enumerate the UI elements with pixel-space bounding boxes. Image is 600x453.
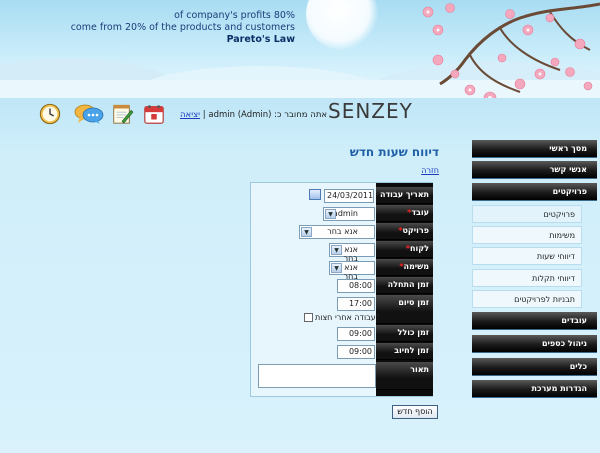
sidebar-item-workers[interactable]: עובדים (472, 312, 597, 330)
form-row-total-time: זמן כולל 09:00 (251, 325, 433, 342)
description-label: תאור (376, 362, 433, 390)
sidebar-subitem-project-templates[interactable]: תבניות לפרויקטים (472, 290, 582, 308)
form-row-worker: *עובד ▼ admin (251, 205, 433, 222)
page-title: דיווח שעות חדש (349, 145, 439, 159)
end-time-input[interactable]: 17:00 (337, 297, 375, 311)
end-time-label: זמן סיום (376, 295, 433, 324)
customer-label: *לקוח (376, 241, 433, 258)
add-new-button[interactable]: הוסף חדש (392, 405, 438, 419)
billing-time-label: זמן לחיוב (376, 343, 433, 360)
billing-time-input[interactable]: 09:00 (337, 345, 375, 359)
form-row-description: תאור (251, 362, 433, 390)
date-input[interactable]: 24/03/2011 (324, 189, 374, 203)
worker-select[interactable]: ▼ admin (323, 207, 375, 221)
sidebar-item-finance[interactable]: ניהול כספים (472, 335, 597, 353)
date-label: תאריך עבודה (376, 187, 433, 204)
start-time-input[interactable]: 08:00 (337, 279, 375, 293)
description-textarea[interactable] (258, 364, 376, 388)
form-row-billing-time: זמן לחיוב 09:00 (251, 343, 433, 360)
sidebar-item-system-settings[interactable]: הגדרות מערכת (472, 380, 597, 398)
quote-line-1: of company's profits 80% (174, 10, 295, 21)
customer-select[interactable]: ▼ אנא בחר (329, 243, 375, 263)
sidebar-item-contacts[interactable]: אנשי קשר (472, 161, 597, 179)
after-midnight-checkbox[interactable] (304, 313, 313, 322)
logout-link[interactable]: יציאה (180, 110, 200, 120)
form-row-end-time: זמן סיום 17:00 עבודה אחרי חצות? (251, 295, 433, 324)
chevron-down-icon: ▼ (331, 263, 342, 273)
chevron-down-icon: ▼ (331, 245, 342, 255)
sidebar-item-home[interactable]: מסך ראשי (472, 140, 597, 158)
pareto-quote: of company's profits 80% come from 20% o… (71, 10, 295, 46)
calendar-icon[interactable] (142, 103, 166, 125)
logged-in-status: אתה מחובר כ: (admin (Admin | יציאה (180, 110, 327, 120)
sidebar-item-projects[interactable]: פרויקטים (472, 183, 597, 201)
worker-label: *עובד (376, 205, 433, 222)
project-select[interactable]: ▼ אנא בחר (299, 225, 375, 239)
cherry-blossom-icon (422, 2, 600, 98)
form-row-customer: *לקוח ▼ אנא בחר (251, 241, 433, 263)
form-row-task: *משימה ▼ אנא בחר (251, 259, 433, 281)
start-time-label: זמן התחלה (376, 277, 433, 294)
notepad-icon[interactable] (110, 103, 134, 125)
task-label: *משימה (376, 259, 433, 276)
calendar-picker-icon[interactable] (309, 189, 321, 200)
sidebar-item-tools[interactable]: כלים (472, 358, 597, 376)
total-time-label: זמן כולל (376, 325, 433, 342)
hours-report-form: תאריך עבודה 24/03/2011 *עובד ▼ admin *פר… (250, 182, 433, 397)
chevron-down-icon: ▼ (325, 209, 336, 219)
quote-author: Pareto's Law (226, 34, 295, 45)
quote-line-2: come from 20% of the products and custom… (70, 22, 295, 33)
chat-icon[interactable] (74, 103, 104, 125)
chevron-down-icon: ▼ (301, 227, 312, 237)
form-row-start-time: זמן התחלה 08:00 (251, 277, 433, 294)
task-select[interactable]: ▼ אנא בחר (329, 261, 375, 281)
after-midnight-label: עבודה אחרי חצות? (315, 313, 381, 322)
sidebar-subitem-tasks[interactable]: משימות (472, 226, 582, 244)
senzey-logo: SENZEY (328, 99, 413, 123)
header-banner: of company's profits 80% come from 20% o… (0, 0, 600, 98)
form-row-date: תאריך עבודה 24/03/2011 (251, 187, 433, 204)
moon-decoration (306, 0, 378, 50)
back-link[interactable]: חזרה (421, 166, 439, 175)
sidebar-subitem-hours-reports[interactable]: דיווחי שעות (472, 247, 582, 265)
sidebar-subitem-fault-reports[interactable]: דיווחי תקלות (472, 269, 582, 287)
project-label: *פרויקט (376, 223, 433, 240)
logged-in-text: אתה מחובר כ: (admin (Admin | (202, 110, 328, 120)
form-row-project: *פרויקט ▼ אנא בחר (251, 223, 433, 240)
clock-icon[interactable] (38, 103, 62, 125)
total-time-input[interactable]: 09:00 (337, 327, 375, 341)
sidebar-subitem-projects[interactable]: פרויקטים (472, 205, 582, 223)
